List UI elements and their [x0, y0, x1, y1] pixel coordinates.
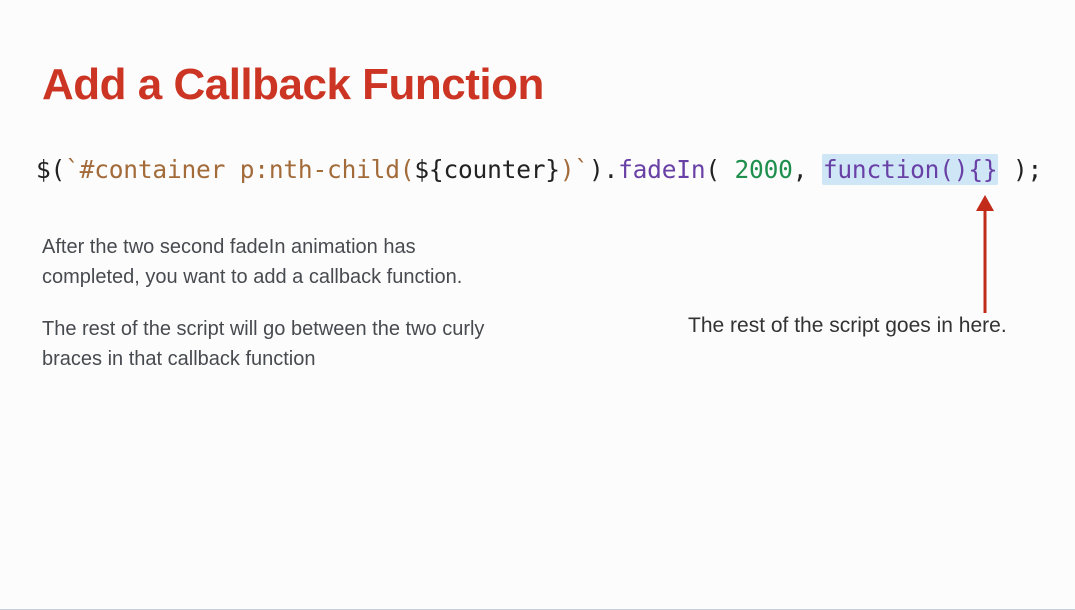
- code-snippet: $(`#container p:nth-child(${counter})`).…: [36, 155, 1042, 184]
- arrow-annotation-text: The rest of the script goes in here.: [688, 314, 1007, 338]
- slide-title: Add a Callback Function: [42, 60, 544, 110]
- code-token-template-literal: )`: [560, 155, 589, 184]
- code-token: }: [545, 155, 560, 184]
- description-paragraph-1: After the two second fadeIn animation ha…: [42, 232, 512, 292]
- code-token-method: fadeIn: [618, 155, 705, 184]
- code-token: $(: [36, 155, 65, 184]
- code-token: ).: [589, 155, 618, 184]
- code-token-template-literal: `#container p:nth-child(: [65, 155, 414, 184]
- arrow-up-icon: [973, 195, 997, 313]
- description-paragraph-2: The rest of the script will go between t…: [42, 314, 512, 374]
- code-token: ,: [793, 155, 822, 184]
- code-token-variable: counter: [443, 155, 545, 184]
- code-token: ${: [414, 155, 443, 184]
- code-token-number: 2000: [735, 155, 793, 184]
- code-token: );: [998, 155, 1042, 184]
- code-token-callback-highlight: function(){}: [822, 154, 999, 185]
- code-token: (: [705, 155, 734, 184]
